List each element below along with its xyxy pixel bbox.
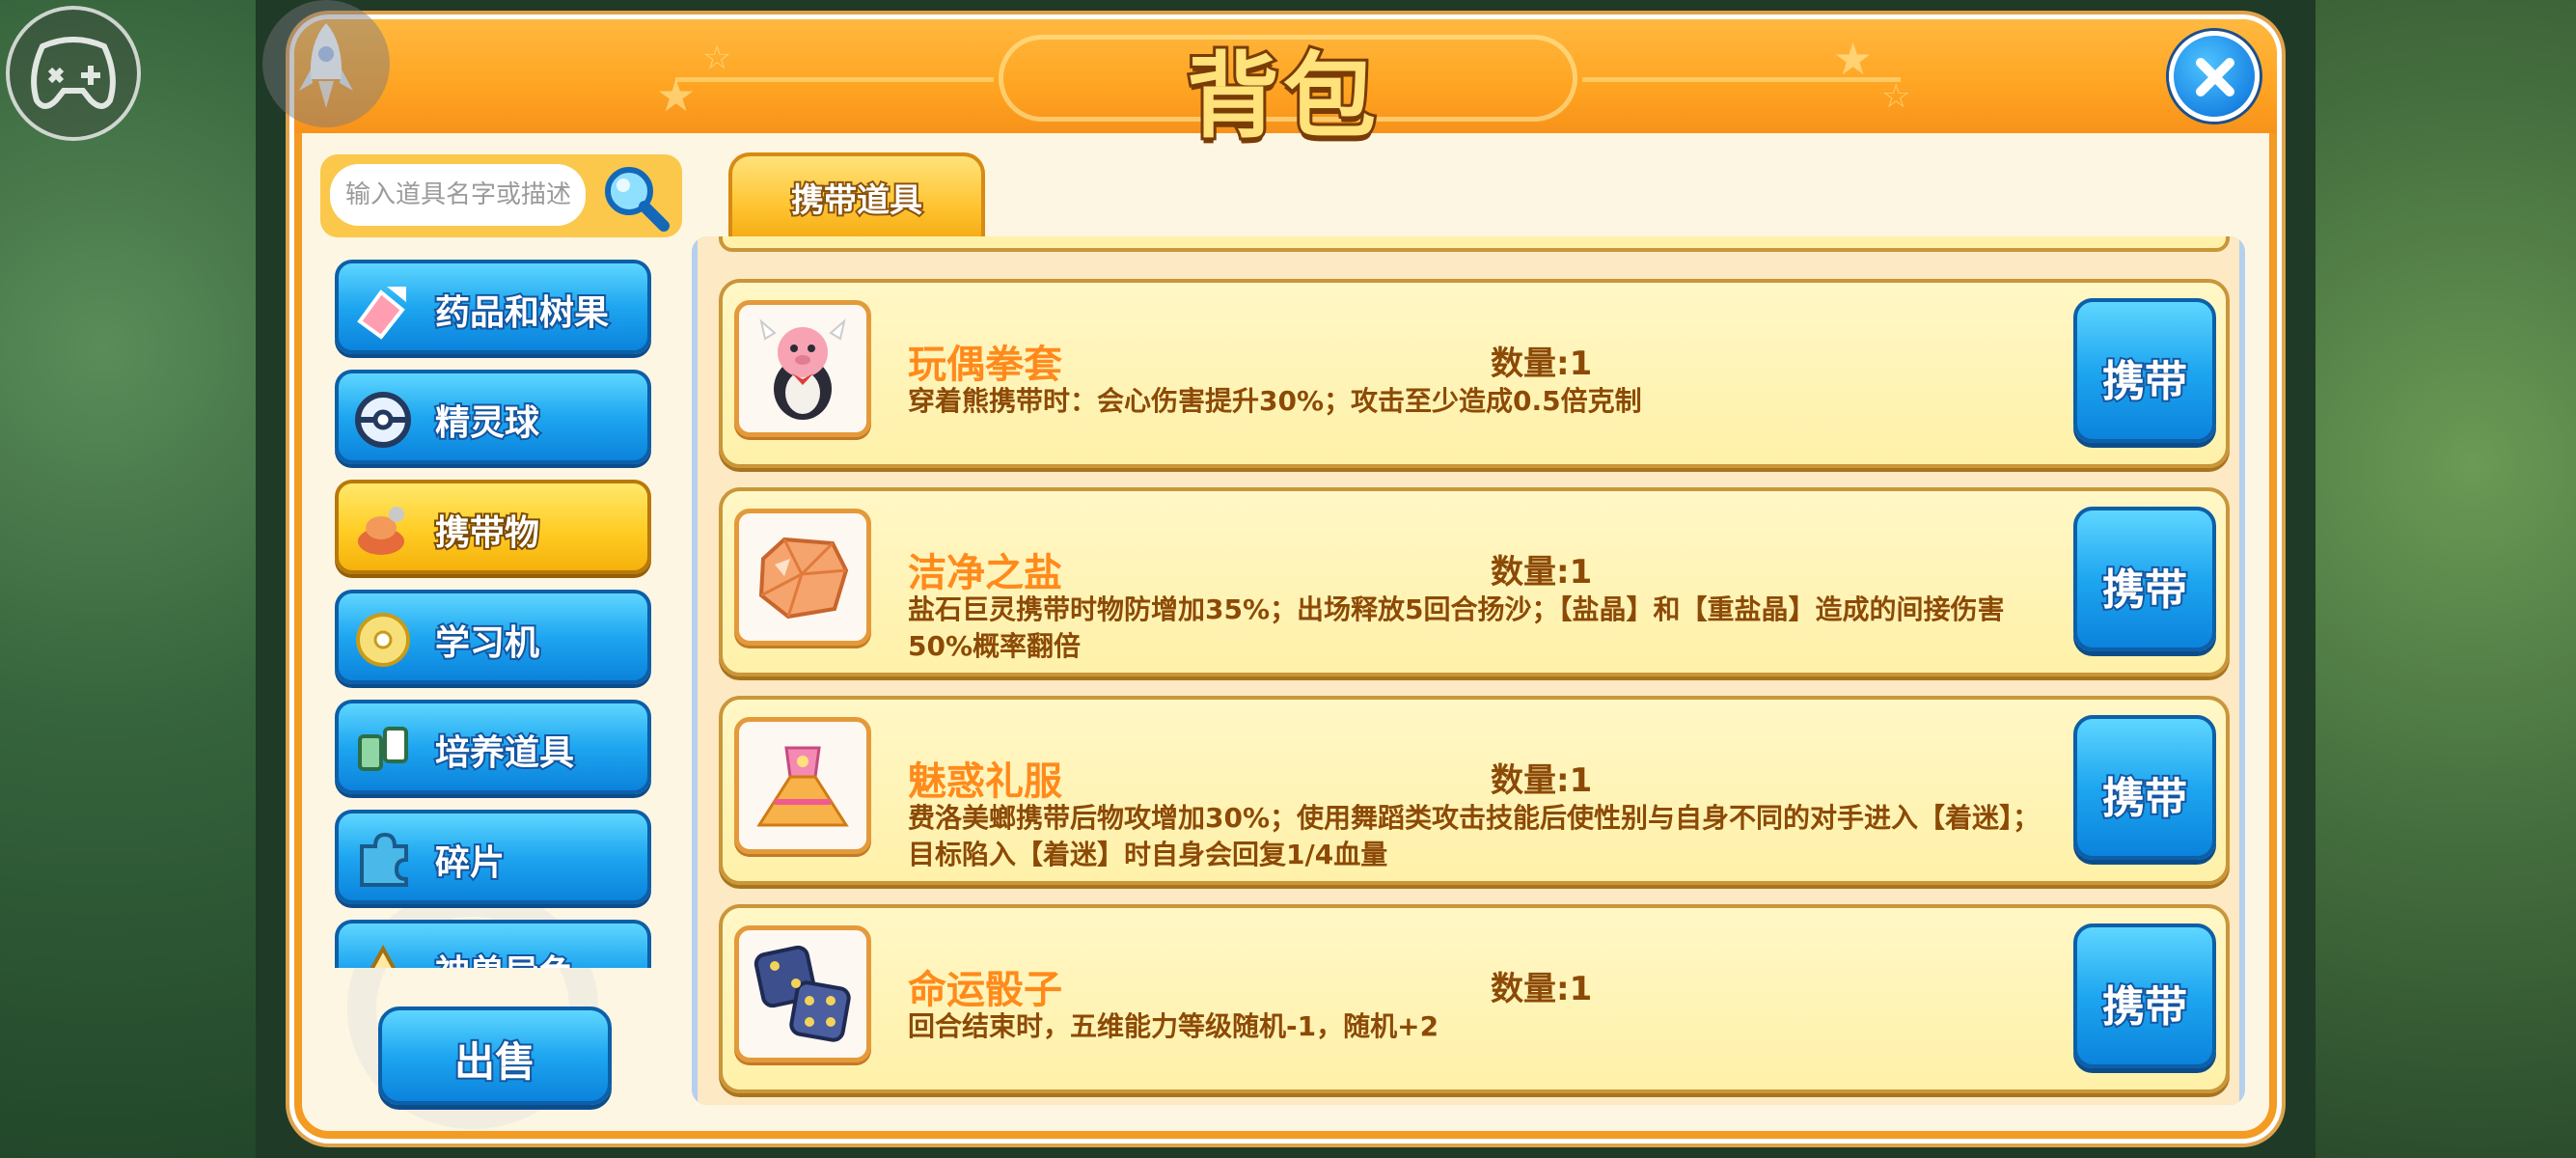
category-legendary[interactable]: 神兽异色 <box>335 920 651 968</box>
gamepad-icon[interactable] <box>6 6 141 141</box>
carry-button[interactable]: 携带 <box>2073 924 2216 1068</box>
item-quantity: 数量:1 <box>1491 553 1593 592</box>
title-decor-line-left <box>675 77 994 82</box>
sell-label: 出售 <box>452 1036 537 1088</box>
item-description: 穿着熊携带时：会心伤害提升30%；攻击至少造成0.5倍克制 <box>908 385 1642 417</box>
star-icon: ★ <box>1833 33 1874 85</box>
legendary-icon <box>352 939 414 968</box>
item-quantity: 数量:1 <box>1491 345 1593 383</box>
category-label: 碎片 <box>433 841 507 885</box>
item-quantity: 数量:1 <box>1491 970 1593 1008</box>
star-icon: ★ <box>656 69 697 122</box>
carry-label: 携带 <box>2100 564 2189 617</box>
item-quantity: 数量:1 <box>1491 761 1593 800</box>
training-item-icon <box>352 719 414 781</box>
carry-label: 携带 <box>2100 980 2189 1034</box>
close-icon <box>2196 58 2234 96</box>
category-medicine-berries[interactable]: 药品和树果 <box>335 260 651 354</box>
item-description: 盐石巨灵携带时物防增加35%；出场释放5回合扬沙；【盐晶】和【重盐晶】造成的间接… <box>908 593 2005 662</box>
puzzle-piece-icon <box>352 829 414 891</box>
item-name: 魅惑礼服 <box>908 759 1062 804</box>
category-pokeball[interactable]: 精灵球 <box>335 370 651 464</box>
carry-button[interactable]: 携带 <box>2073 715 2216 860</box>
rocket-icon[interactable] <box>262 0 390 127</box>
search-bar <box>320 154 682 237</box>
category-label: 培养道具 <box>433 731 576 775</box>
carry-label: 携带 <box>2100 772 2189 825</box>
list-item-partial <box>719 236 2230 252</box>
carry-button[interactable]: 携带 <box>2073 298 2216 443</box>
category-fragments[interactable]: 碎片 <box>335 810 651 904</box>
category-held-items[interactable]: 携带物 <box>335 480 651 574</box>
category-label: 精灵球 <box>433 401 541 445</box>
plush-glove-icon <box>734 300 871 437</box>
close-button[interactable] <box>2169 31 2260 122</box>
star-icon: ☆ <box>1881 77 1911 116</box>
category-training[interactable]: 培养道具 <box>335 700 651 794</box>
sell-button[interactable]: 出售 <box>378 1006 612 1105</box>
background-right <box>2316 0 2576 1158</box>
page-title: 背包 <box>1184 40 1380 153</box>
carry-button[interactable]: 携带 <box>2073 507 2216 651</box>
item-list[interactable]: 玩偶拳套 数量:1 穿着熊携带时：会心伤害提升30%；攻击至少造成0.5倍克制 … <box>692 236 2245 1105</box>
dice-icon <box>734 925 871 1062</box>
item-name: 洁净之盐 <box>908 551 1062 595</box>
list-item: 命运骰子 数量:1 回合结束时，五维能力等级随机-1，随机+2 携带 <box>719 904 2230 1093</box>
list-item: 魅惑礼服 数量:1 费洛美螂携带后物攻增加30%；使用舞蹈类攻击技能后使性别与自… <box>719 696 2230 885</box>
tab-label: 携带道具 <box>789 179 924 222</box>
star-icon: ☆ <box>702 39 732 77</box>
item-name: 命运骰子 <box>908 968 1062 1012</box>
disc-icon <box>352 609 414 671</box>
salt-crystal-icon <box>734 509 871 646</box>
carry-label: 携带 <box>2100 355 2189 408</box>
item-list-inner: 玩偶拳套 数量:1 穿着熊携带时：会心伤害提升30%；攻击至少造成0.5倍克制 … <box>692 236 2245 1105</box>
category-list[interactable]: 药品和树果 精灵球 携带物 学习机 培养道具 碎片 神兽异色 <box>333 256 661 968</box>
search-icon[interactable] <box>596 158 673 235</box>
background-left <box>0 0 256 1158</box>
category-label: 携带物 <box>433 511 541 555</box>
category-label: 学习机 <box>433 621 541 665</box>
item-description: 回合结束时，五维能力等级随机-1，随机+2 <box>908 1010 1439 1042</box>
category-tm[interactable]: 学习机 <box>335 590 651 684</box>
list-item: 洁净之盐 数量:1 盐石巨灵携带时物防增加35%；出场释放5回合扬沙；【盐晶】和… <box>719 487 2230 676</box>
search-input[interactable] <box>330 164 586 226</box>
dress-icon <box>734 717 871 854</box>
pokeball-icon <box>352 389 414 451</box>
held-item-icon <box>352 499 414 561</box>
potion-icon <box>352 279 414 341</box>
category-label: 神兽异色 <box>433 945 576 968</box>
category-label: 药品和树果 <box>433 291 611 335</box>
list-item: 玩偶拳套 数量:1 穿着熊携带时：会心伤害提升30%；攻击至少造成0.5倍克制 … <box>719 279 2230 468</box>
item-name: 玩偶拳套 <box>908 343 1062 387</box>
tab-held-items[interactable]: 携带道具 <box>728 152 985 237</box>
item-description: 费洛美螂携带后物攻增加30%；使用舞蹈类攻击技能后使性别与自身不同的对手进入【着… <box>908 802 2041 870</box>
